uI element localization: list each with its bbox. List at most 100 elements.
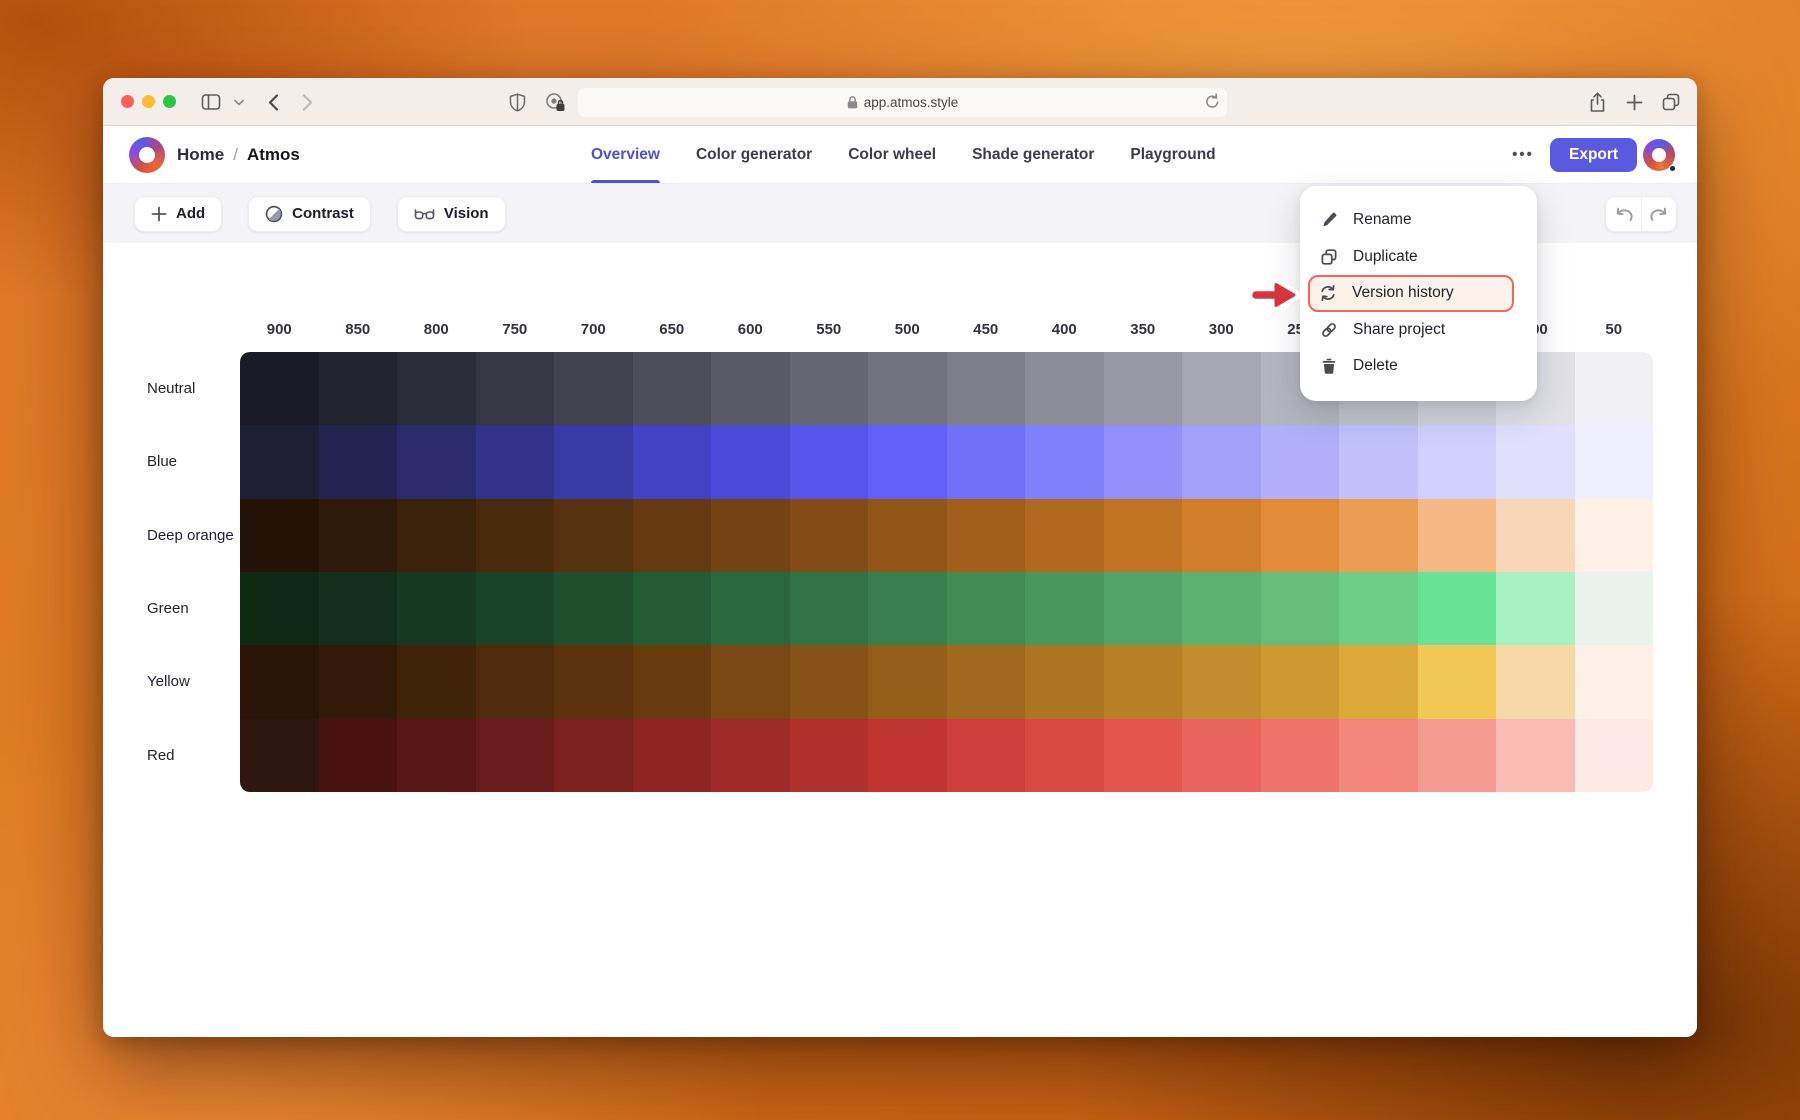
swatch-green-600[interactable]: [711, 572, 790, 645]
swatch-yellow-650[interactable]: [633, 645, 712, 718]
privacy-shield-icon[interactable]: [505, 90, 529, 114]
swatch-green-700[interactable]: [554, 572, 633, 645]
breadcrumb-home-link[interactable]: Home: [177, 145, 224, 165]
menu-item-duplicate[interactable]: Duplicate: [1300, 239, 1537, 276]
vision-button[interactable]: Vision: [397, 196, 506, 232]
swatch-green-100[interactable]: [1496, 572, 1575, 645]
menu-item-version-history[interactable]: Version history: [1308, 275, 1514, 312]
swatch-deep-orange-450[interactable]: [947, 499, 1026, 572]
swatch-deep-orange-350[interactable]: [1104, 499, 1183, 572]
swatch-green-250[interactable]: [1261, 572, 1340, 645]
add-button[interactable]: Add: [134, 196, 222, 232]
swatch-neutral-350[interactable]: [1104, 352, 1183, 425]
swatch-blue-450[interactable]: [947, 425, 1026, 498]
swatch-deep-orange-850[interactable]: [319, 499, 398, 572]
swatch-red-100[interactable]: [1496, 719, 1575, 792]
swatch-red-500[interactable]: [868, 719, 947, 792]
swatch-yellow-100[interactable]: [1496, 645, 1575, 718]
swatch-yellow-850[interactable]: [319, 645, 398, 718]
swatch-red-400[interactable]: [1025, 719, 1104, 792]
contrast-button[interactable]: Contrast: [248, 196, 371, 232]
tab-playground[interactable]: Playground: [1130, 126, 1215, 183]
swatch-yellow-900[interactable]: [240, 645, 319, 718]
swatch-yellow-550[interactable]: [790, 645, 869, 718]
swatch-neutral-400[interactable]: [1025, 352, 1104, 425]
swatch-yellow-300[interactable]: [1182, 645, 1261, 718]
swatch-blue-250[interactable]: [1261, 425, 1340, 498]
swatch-neutral-650[interactable]: [633, 352, 712, 425]
swatch-blue-750[interactable]: [476, 425, 555, 498]
zoom-window-button[interactable]: [163, 95, 176, 108]
swatch-yellow-600[interactable]: [711, 645, 790, 718]
swatch-yellow-400[interactable]: [1025, 645, 1104, 718]
swatch-yellow-50[interactable]: [1575, 645, 1654, 718]
swatch-neutral-300[interactable]: [1182, 352, 1261, 425]
close-window-button[interactable]: [121, 95, 134, 108]
swatch-blue-100[interactable]: [1496, 425, 1575, 498]
swatch-red-650[interactable]: [633, 719, 712, 792]
swatch-green-400[interactable]: [1025, 572, 1104, 645]
swatch-deep-orange-700[interactable]: [554, 499, 633, 572]
swatch-neutral-50[interactable]: [1575, 352, 1654, 425]
swatch-blue-600[interactable]: [711, 425, 790, 498]
chevron-down-icon[interactable]: [227, 90, 251, 114]
swatch-red-300[interactable]: [1182, 719, 1261, 792]
swatch-red-750[interactable]: [476, 719, 555, 792]
menu-item-delete[interactable]: Delete: [1300, 348, 1537, 385]
swatch-green-450[interactable]: [947, 572, 1026, 645]
swatch-deep-orange-300[interactable]: [1182, 499, 1261, 572]
swatch-deep-orange-750[interactable]: [476, 499, 555, 572]
swatch-green-650[interactable]: [633, 572, 712, 645]
swatch-red-800[interactable]: [397, 719, 476, 792]
tab-shade-generator[interactable]: Shade generator: [972, 126, 1094, 183]
swatch-green-750[interactable]: [476, 572, 555, 645]
swatch-yellow-250[interactable]: [1261, 645, 1340, 718]
account-avatar[interactable]: [1643, 139, 1675, 171]
swatch-neutral-500[interactable]: [868, 352, 947, 425]
swatch-yellow-800[interactable]: [397, 645, 476, 718]
swatch-green-200[interactable]: [1339, 572, 1418, 645]
new-tab-icon[interactable]: [1622, 90, 1646, 114]
minimize-window-button[interactable]: [142, 95, 155, 108]
swatch-blue-800[interactable]: [397, 425, 476, 498]
swatch-blue-850[interactable]: [319, 425, 398, 498]
swatch-green-300[interactable]: [1182, 572, 1261, 645]
extension-lock-icon[interactable]: [543, 90, 567, 114]
swatch-blue-900[interactable]: [240, 425, 319, 498]
swatch-yellow-750[interactable]: [476, 645, 555, 718]
swatch-neutral-800[interactable]: [397, 352, 476, 425]
swatch-deep-orange-100[interactable]: [1496, 499, 1575, 572]
swatch-blue-500[interactable]: [868, 425, 947, 498]
swatch-deep-orange-150[interactable]: [1418, 499, 1497, 572]
swatch-yellow-150[interactable]: [1418, 645, 1497, 718]
reload-icon[interactable]: [1205, 93, 1220, 110]
swatch-red-700[interactable]: [554, 719, 633, 792]
swatch-red-600[interactable]: [711, 719, 790, 792]
swatch-green-500[interactable]: [868, 572, 947, 645]
swatch-red-550[interactable]: [790, 719, 869, 792]
swatch-yellow-350[interactable]: [1104, 645, 1183, 718]
swatch-blue-650[interactable]: [633, 425, 712, 498]
swatch-deep-orange-550[interactable]: [790, 499, 869, 572]
swatch-deep-orange-800[interactable]: [397, 499, 476, 572]
swatch-yellow-700[interactable]: [554, 645, 633, 718]
tab-color-wheel[interactable]: Color wheel: [848, 126, 936, 183]
swatch-deep-orange-500[interactable]: [868, 499, 947, 572]
swatch-neutral-700[interactable]: [554, 352, 633, 425]
tab-color-generator[interactable]: Color generator: [696, 126, 812, 183]
swatch-green-150[interactable]: [1418, 572, 1497, 645]
swatch-deep-orange-650[interactable]: [633, 499, 712, 572]
swatch-blue-300[interactable]: [1182, 425, 1261, 498]
swatch-yellow-200[interactable]: [1339, 645, 1418, 718]
share-icon[interactable]: [1585, 90, 1609, 114]
swatch-blue-350[interactable]: [1104, 425, 1183, 498]
swatch-neutral-450[interactable]: [947, 352, 1026, 425]
swatch-red-850[interactable]: [319, 719, 398, 792]
swatch-deep-orange-600[interactable]: [711, 499, 790, 572]
tab-overview-icon[interactable]: [1659, 90, 1683, 114]
address-bar[interactable]: app.atmos.style: [577, 87, 1228, 118]
redo-button[interactable]: [1641, 197, 1676, 231]
swatch-yellow-500[interactable]: [868, 645, 947, 718]
swatch-red-200[interactable]: [1339, 719, 1418, 792]
more-options-button[interactable]: •••: [1503, 126, 1543, 183]
